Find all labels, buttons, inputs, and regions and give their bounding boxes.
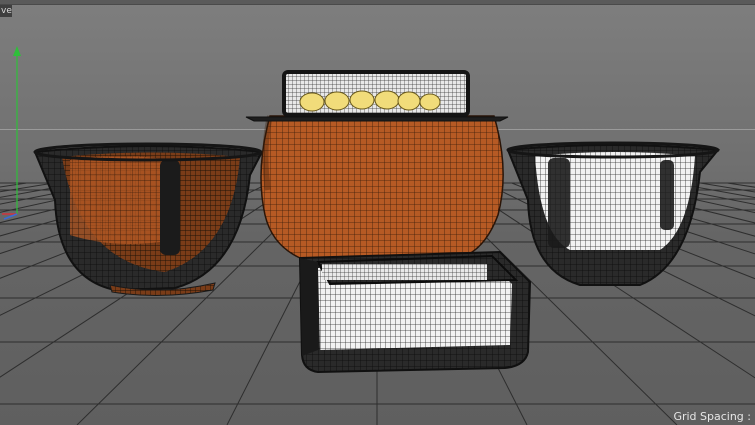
scene-canvas[interactable] xyxy=(0,0,755,425)
grid-line xyxy=(0,182,54,193)
left-bowl[interactable] xyxy=(33,142,264,297)
lid-tray[interactable] xyxy=(245,70,509,122)
y-axis-arrow xyxy=(13,46,21,56)
front-square-dish[interactable] xyxy=(298,250,532,374)
axis-gizmo xyxy=(2,46,21,220)
center-pot[interactable] xyxy=(260,115,504,259)
grid-line xyxy=(700,182,755,193)
grid-spacing-label: Grid Spacing : xyxy=(673,410,751,423)
right-bowl[interactable] xyxy=(506,141,720,286)
